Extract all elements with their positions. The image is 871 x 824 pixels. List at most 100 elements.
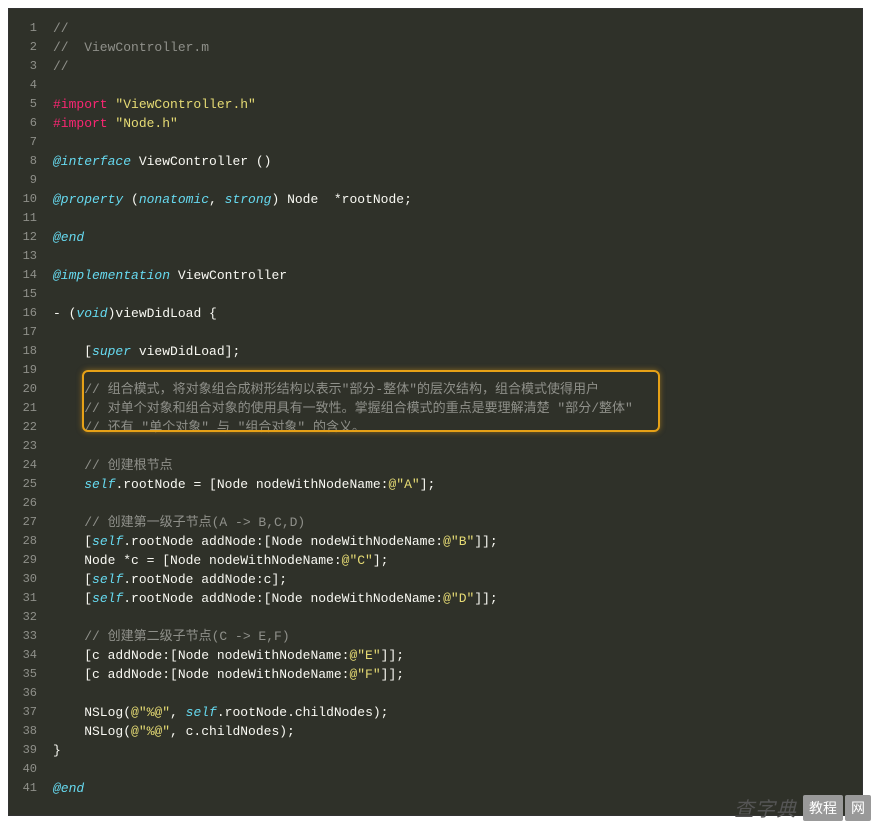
code-token: [ <box>53 344 92 359</box>
code-line[interactable] <box>53 494 862 513</box>
code-token: ]]; <box>381 648 404 663</box>
code-token: , <box>209 192 225 207</box>
code-line[interactable]: // <box>53 19 862 38</box>
code-line[interactable]: // 组合模式，将对象组合成树形结构以表示"部分-整体"的层次结构，组合模式使得… <box>53 380 862 399</box>
code-line[interactable]: [c addNode:[Node nodeWithNodeName:@"F"]]… <box>53 665 862 684</box>
code-line[interactable] <box>53 323 862 342</box>
code-line[interactable]: #import "Node.h" <box>53 114 862 133</box>
code-token: viewDidLoad]; <box>131 344 240 359</box>
line-number: 6 <box>13 114 37 133</box>
line-number: 15 <box>13 285 37 304</box>
code-line[interactable]: // 还有 "单个对象" 与 "组合对象" 的含义。 <box>53 418 862 437</box>
code-line[interactable] <box>53 76 862 95</box>
code-line[interactable]: // 创建根节点 <box>53 456 862 475</box>
code-token: // 组合模式，将对象组合成树形结构以表示"部分-整体"的层次结构，组合模式使得… <box>53 382 599 397</box>
line-number: 12 <box>13 228 37 247</box>
code-line[interactable]: @end <box>53 228 862 247</box>
line-number: 3 <box>13 57 37 76</box>
code-token: ]]; <box>474 591 497 606</box>
code-area[interactable]: // // ViewController.m // #import "ViewCont… <box>45 9 862 815</box>
code-token: ) Node *rootNode; <box>271 192 411 207</box>
code-token: [ <box>53 591 92 606</box>
code-line[interactable]: NSLog(@"%@", self.rootNode.childNodes); <box>53 703 862 722</box>
code-line[interactable]: // <box>53 57 862 76</box>
code-line[interactable]: } <box>53 741 862 760</box>
code-line[interactable]: Node *c = [Node nodeWithNodeName:@"C"]; <box>53 551 862 570</box>
code-line[interactable] <box>53 247 862 266</box>
code-token: self <box>92 534 123 549</box>
code-token <box>131 154 139 169</box>
code-line[interactable] <box>53 285 862 304</box>
code-line[interactable]: @property (nonatomic, strong) Node *root… <box>53 190 862 209</box>
code-line[interactable]: #import "ViewController.h" <box>53 95 862 114</box>
code-line[interactable]: // 创建第一级子节点(A -> B,C,D) <box>53 513 862 532</box>
code-token: NSLog( <box>53 724 131 739</box>
watermark: 查字典 教程 网 <box>730 791 871 824</box>
line-number: 22 <box>13 418 37 437</box>
code-line[interactable]: // 创建第二级子节点(C -> E,F) <box>53 627 862 646</box>
line-number: 1 <box>13 19 37 38</box>
code-line[interactable] <box>53 760 862 779</box>
code-line[interactable] <box>53 171 862 190</box>
code-token: super <box>92 344 131 359</box>
code-token: @"D" <box>443 591 474 606</box>
line-number: 37 <box>13 703 37 722</box>
line-number: 19 <box>13 361 37 380</box>
line-number: 25 <box>13 475 37 494</box>
code-line[interactable]: @interface ViewController () <box>53 152 862 171</box>
line-number: 32 <box>13 608 37 627</box>
watermark-badge-2: 网 <box>845 795 871 821</box>
line-number: 20 <box>13 380 37 399</box>
code-token: #import <box>53 97 115 112</box>
line-number: 11 <box>13 209 37 228</box>
code-token: // <box>53 59 69 74</box>
code-token: self <box>92 572 123 587</box>
code-line[interactable]: // 对单个对象和组合对象的使用具有一致性。掌握组合模式的重点是要理解清楚 "部… <box>53 399 862 418</box>
line-number: 8 <box>13 152 37 171</box>
line-number: 7 <box>13 133 37 152</box>
code-token: [c addNode:[Node nodeWithNodeName: <box>53 648 349 663</box>
code-line[interactable]: [c addNode:[Node nodeWithNodeName:@"E"]]… <box>53 646 862 665</box>
code-line[interactable]: self.rootNode = [Node nodeWithNodeName:@… <box>53 475 862 494</box>
line-gutter: 1234567891011121314151617181920212223242… <box>9 9 45 815</box>
code-token: self <box>186 705 217 720</box>
code-line[interactable]: @implementation ViewController <box>53 266 862 285</box>
code-token: // 创建第二级子节点(C -> E,F) <box>53 629 290 644</box>
code-line[interactable]: // ViewController.m <box>53 38 862 57</box>
code-line[interactable]: [self.rootNode addNode:[Node nodeWithNod… <box>53 589 862 608</box>
code-token: // ViewController.m <box>53 40 209 55</box>
code-token: , c.childNodes); <box>170 724 295 739</box>
code-line[interactable]: [super viewDidLoad]; <box>53 342 862 361</box>
code-token: #import <box>53 116 115 131</box>
code-line[interactable] <box>53 437 862 456</box>
code-line[interactable] <box>53 684 862 703</box>
code-line[interactable]: NSLog(@"%@", c.childNodes); <box>53 722 862 741</box>
code-token: ]; <box>420 477 436 492</box>
code-token: @end <box>53 781 84 796</box>
code-line[interactable] <box>53 608 862 627</box>
watermark-badge-1: 教程 <box>803 795 843 821</box>
line-number: 39 <box>13 741 37 760</box>
code-token: [ <box>53 534 92 549</box>
code-token: @"A" <box>388 477 419 492</box>
line-number: 40 <box>13 760 37 779</box>
code-line[interactable] <box>53 133 862 152</box>
code-token <box>53 477 84 492</box>
code-line[interactable]: [self.rootNode addNode:c]; <box>53 570 862 589</box>
line-number: 24 <box>13 456 37 475</box>
line-number: 9 <box>13 171 37 190</box>
code-token: "Node.h" <box>115 116 177 131</box>
line-number: 21 <box>13 399 37 418</box>
code-token: @"%@" <box>131 705 170 720</box>
code-token: ]]; <box>381 667 404 682</box>
code-token: // <box>53 21 69 36</box>
code-line[interactable]: [self.rootNode addNode:[Node nodeWithNod… <box>53 532 862 551</box>
code-token: // 对单个对象和组合对象的使用具有一致性。掌握组合模式的重点是要理解清楚 "部… <box>53 401 633 416</box>
code-line[interactable] <box>53 209 862 228</box>
code-token: "ViewController.h" <box>115 97 255 112</box>
code-editor[interactable]: 1234567891011121314151617181920212223242… <box>8 8 863 816</box>
code-token: ( <box>123 192 139 207</box>
code-line[interactable] <box>53 361 862 380</box>
code-line[interactable]: - (void)viewDidLoad { <box>53 304 862 323</box>
code-token: @end <box>53 230 84 245</box>
